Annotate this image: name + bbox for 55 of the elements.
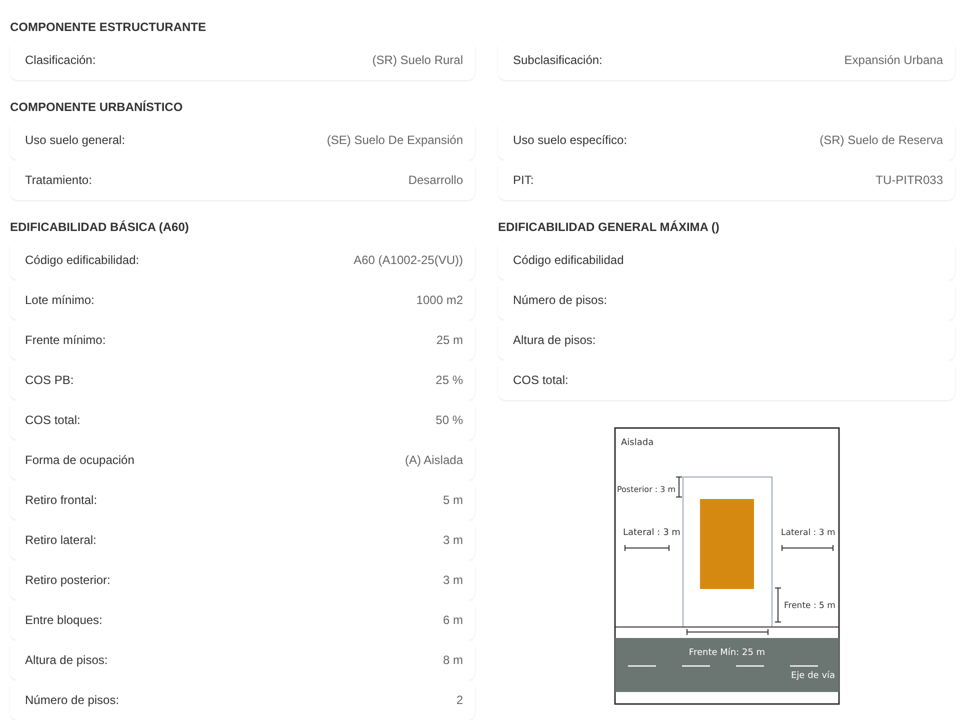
dimension-line: [675, 476, 682, 498]
field-label: Número de pisos:: [513, 293, 608, 307]
section-heading: COMPONENTE URBANÍSTICO: [10, 99, 184, 116]
field-value: (A) Aislada: [404, 453, 463, 467]
field-value: 8 m: [442, 653, 463, 667]
dimension-label: Lateral : 3 m: [780, 528, 835, 538]
dimension-line: [624, 544, 669, 552]
section-heading: COMPONENTE ESTRUCTURANTE: [10, 19, 208, 36]
section-heading: EDIFICABILIDAD GENERAL MÁXIMA (): [498, 219, 720, 236]
field-value: 25 m: [436, 333, 463, 347]
field-label: Frente mínimo:: [25, 333, 106, 347]
field-label: Lote mínimo:: [25, 293, 94, 307]
field-label: Forma de ocupación: [25, 453, 134, 467]
field-value: TU-PITR033: [876, 173, 943, 187]
field-value: 50 %: [436, 413, 463, 427]
field-value: 5 m: [442, 493, 463, 507]
field-value: 25 %: [436, 373, 463, 387]
dimension-label: Lateral : 3 m: [622, 528, 680, 538]
diagram-title: Aislada: [620, 438, 654, 448]
field-value: 3 m: [442, 533, 463, 547]
field-label: Entre bloques:: [25, 613, 102, 627]
dimension-label: Posterior : 3 m: [616, 485, 676, 494]
field-label: Clasificación:: [25, 53, 96, 67]
field-label: Retiro lateral:: [25, 533, 96, 547]
field-label: Número de pisos:: [25, 693, 120, 707]
field-value: 2: [456, 693, 463, 707]
field-value: 1000 m2: [416, 293, 463, 307]
field-label: Código edificabilidad: [513, 253, 624, 267]
field-label: Uso suelo general:: [25, 133, 126, 147]
field-value: 3 m: [442, 573, 463, 587]
field-label: Código edificabilidad:: [25, 253, 140, 267]
field-value: Expansión Urbana: [844, 53, 943, 67]
field-value: A60 (A1002-25(VU)): [354, 253, 463, 267]
field-label: Retiro frontal:: [25, 493, 98, 507]
field-value: Desarrollo: [408, 173, 463, 187]
dimension-label: Frente : 5 m: [784, 601, 835, 611]
field-label: COS total:: [513, 373, 568, 387]
field-label: Tratamiento:: [25, 173, 92, 187]
field-label: COS PB:: [25, 373, 74, 387]
field-label: Altura de pisos:: [513, 333, 596, 347]
dimension-line: [781, 544, 833, 552]
field-label: Retiro posterior:: [25, 573, 110, 587]
field-value: 6 m: [442, 613, 463, 627]
field-value: (SE) Suelo De Expansión: [326, 133, 463, 147]
field-value: (SR) Suelo Rural: [372, 53, 463, 67]
field-label: Uso suelo específico:: [513, 133, 628, 147]
field-label: COS total:: [25, 413, 80, 427]
field-label: Altura de pisos:: [25, 653, 108, 667]
section-heading: EDIFICABILIDAD BÁSICA (A60): [10, 219, 190, 236]
field-label: Subclasificación:: [513, 53, 602, 67]
dimension-line: [774, 588, 781, 622]
field-value: (SR) Suelo de Reserva: [820, 133, 943, 147]
road-label: Frente Mín: 25 m: [688, 648, 765, 658]
field-label: PIT:: [513, 173, 534, 187]
road-label: Eje de vía: [790, 671, 835, 681]
